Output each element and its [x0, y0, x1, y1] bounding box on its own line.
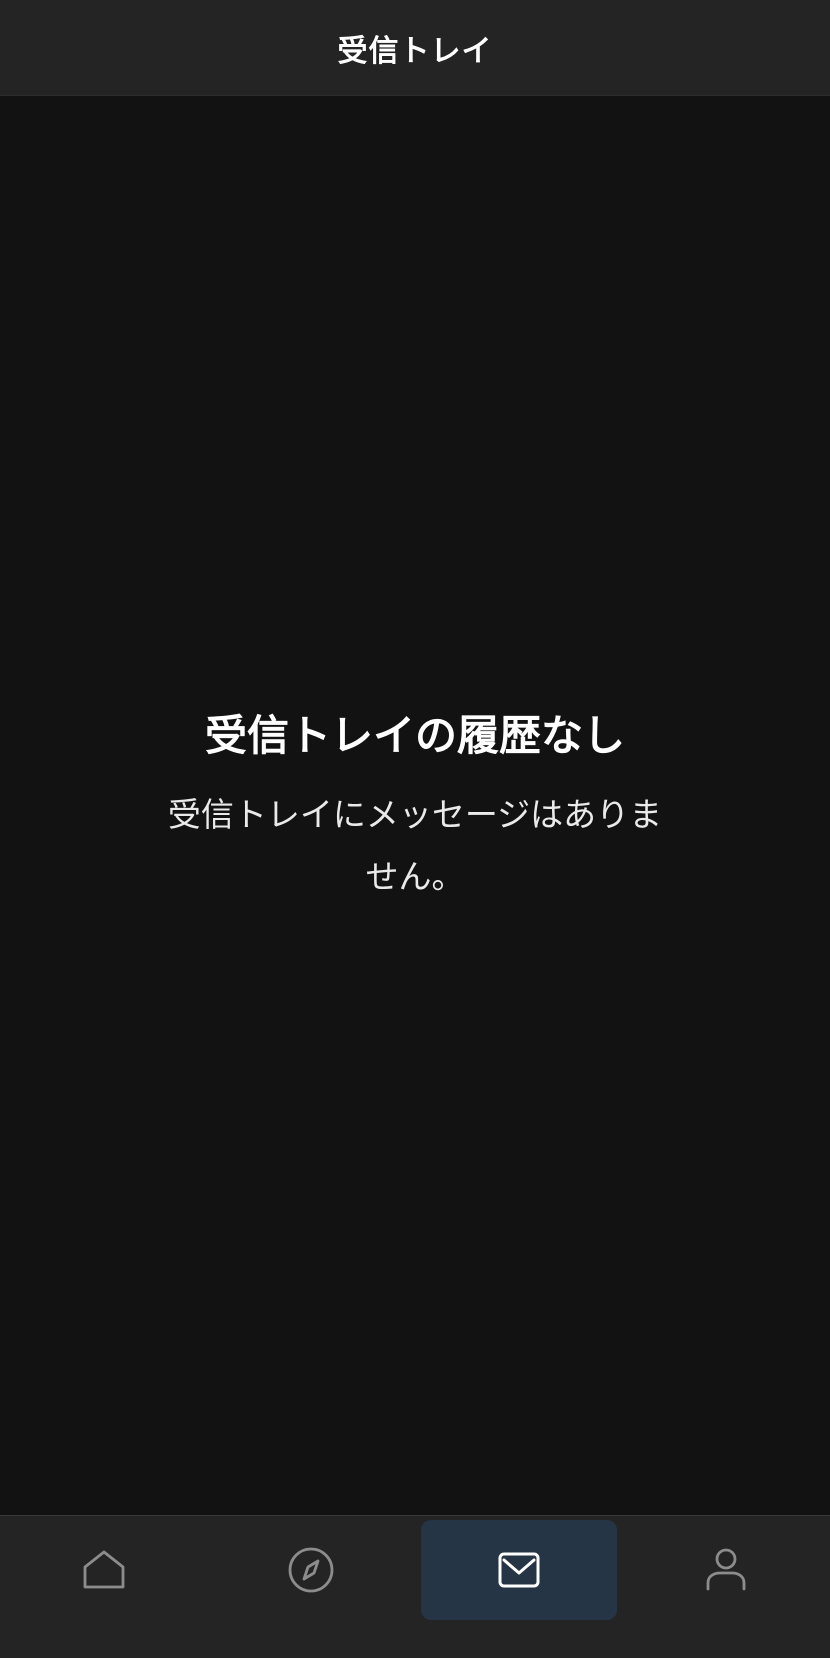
home-icon: [81, 1547, 127, 1593]
tab-inbox[interactable]: [421, 1520, 617, 1620]
empty-state-title: 受信トレイの履歴なし: [204, 711, 625, 760]
empty-state-description: 受信トレイにメッセージはありません。: [167, 795, 663, 896]
app-header: 受信トレイ: [0, 0, 830, 96]
tab-discover[interactable]: [213, 1520, 409, 1620]
main-content: 受信トレイの履歴なし 受信トレイにメッセージはありません。: [0, 96, 830, 1515]
page-title: 受信トレイ: [337, 33, 493, 69]
tab-profile[interactable]: [628, 1520, 824, 1620]
tab-home[interactable]: [6, 1520, 202, 1620]
mail-icon: [498, 1552, 540, 1588]
empty-state: 受信トレイの履歴なし 受信トレイにメッセージはありません。: [140, 706, 690, 908]
bottom-tab-bar: [0, 1515, 830, 1658]
user-icon: [704, 1547, 748, 1593]
compass-icon: [287, 1546, 335, 1594]
